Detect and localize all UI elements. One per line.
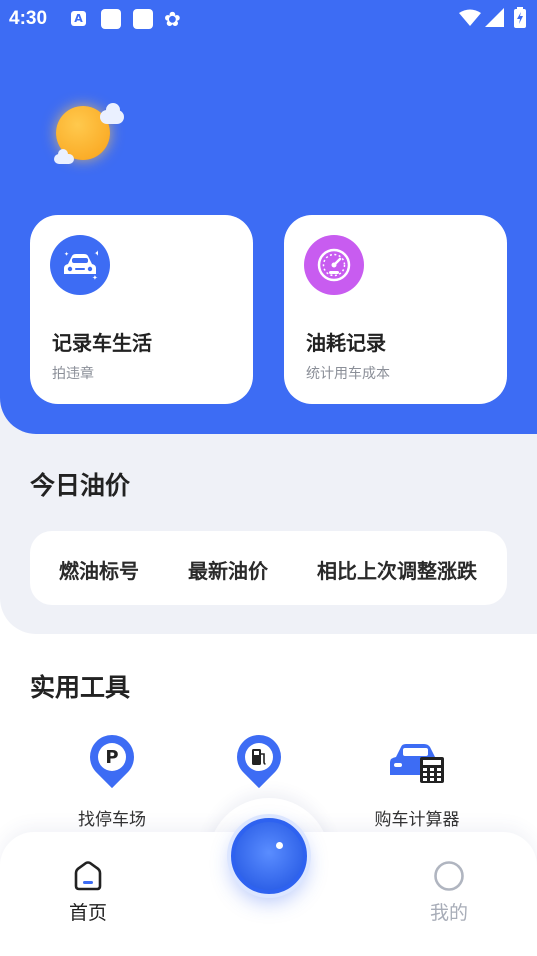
- tool-find-parking[interactable]: P 找停车场: [52, 725, 172, 830]
- latest-price-header: 最新油价: [188, 559, 268, 583]
- wifi-icon: [459, 9, 481, 26]
- fuel-grade-header: 燃油标号: [59, 559, 139, 583]
- car-calculator-icon: [390, 744, 444, 783]
- tool-label: 购车计算器: [374, 810, 460, 830]
- camera-button[interactable]: [231, 818, 307, 894]
- card-subtitle: 统计用车成本: [306, 366, 390, 382]
- bug-icon: ✿: [164, 7, 181, 31]
- square-notification-icon: [101, 9, 121, 29]
- fuel-consumption-card[interactable]: 油耗记录 统计用车成本: [284, 215, 507, 404]
- record-car-life-card[interactable]: ✦ ✦ ✦ 记录车生活 拍违章: [30, 215, 253, 404]
- svg-text:✦: ✦: [92, 274, 98, 280]
- battery-icon: [514, 7, 526, 28]
- speedometer-icon: [304, 235, 364, 295]
- tools-title: 实用工具: [30, 673, 131, 702]
- card-title: 记录车生活: [52, 331, 152, 355]
- svg-text:✦: ✦: [94, 250, 98, 258]
- nav-home-label: 首页: [68, 902, 107, 924]
- oil-price-title: 今日油价: [30, 471, 131, 500]
- parking-pin-icon: P: [80, 725, 144, 789]
- profile-icon: [434, 861, 464, 891]
- tool-car-calculator[interactable]: 购车计算器: [357, 735, 477, 830]
- car-icon: ✦ ✦ ✦: [50, 235, 110, 295]
- status-time: 4:30: [9, 8, 48, 29]
- nav-home[interactable]: 首页: [48, 860, 128, 925]
- home-icon: [74, 861, 102, 891]
- tool-label: 找停车场: [78, 810, 146, 830]
- price-change-header: 相比上次调整涨跌: [317, 559, 477, 583]
- signal-icon: [485, 8, 504, 27]
- nav-mine[interactable]: 我的: [409, 860, 489, 925]
- svg-text:✦: ✦: [64, 251, 69, 258]
- status-bar: 4:30 A ✿: [0, 0, 537, 38]
- card-title: 油耗记录: [306, 331, 386, 355]
- nav-mine-label: 我的: [429, 902, 468, 924]
- square-notification-icon: [133, 9, 153, 29]
- gas-station-pin-icon: [227, 725, 291, 789]
- card-subtitle: 拍违章: [52, 366, 94, 382]
- a-notification-icon: A: [71, 11, 86, 26]
- oil-price-header-row: 燃油标号 最新油价 相比上次调整涨跌: [30, 531, 507, 605]
